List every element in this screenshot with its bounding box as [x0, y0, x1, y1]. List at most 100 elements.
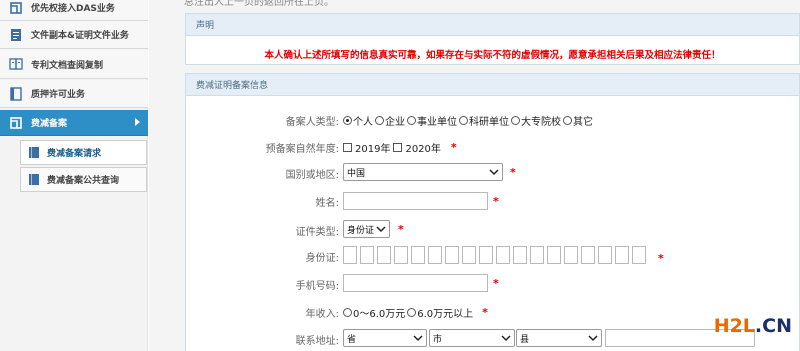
radio-button[interactable]: [375, 116, 384, 125]
id-type-label: 证件类型:: [295, 227, 339, 238]
checkbox-option-2020[interactable]: 2020年: [393, 140, 441, 155]
id-digit-box[interactable]: [411, 246, 425, 264]
top-truncated-text: 总注出人上一页的返回所在上页。: [184, 0, 334, 8]
id-digit-box[interactable]: [343, 246, 357, 264]
statement-panel-title: 声明: [186, 14, 799, 36]
site-watermark: H2L.CN: [713, 315, 792, 337]
sidebar-item-priority-das[interactable]: 优先权接入DAS业务: [0, 0, 148, 21]
id-digit-box[interactable]: [615, 246, 629, 264]
country-row: 国别或地区: 中国 *: [186, 163, 799, 183]
sidebar-subitem-label: 费减备案请求: [47, 149, 102, 159]
id-digit-box[interactable]: [428, 246, 442, 264]
filer-type-label: 备案人类型:: [285, 117, 339, 128]
id-digit-box[interactable]: [513, 246, 527, 264]
radio-option-research-unit[interactable]: 科研单位: [459, 113, 509, 128]
radio-option-income-low[interactable]: 0～6.0万元: [343, 305, 405, 320]
sidebar-subitem-label: 费减备案公共查询: [47, 176, 120, 186]
id-digit-box[interactable]: [547, 246, 561, 264]
book-icon: [29, 174, 39, 185]
radio-button[interactable]: [459, 116, 468, 125]
id-digit-box[interactable]: [632, 246, 646, 264]
phone-label: 手机号码:: [295, 281, 339, 292]
radio-option-individual[interactable]: 个人: [343, 113, 373, 128]
id-type-row: 证件类型: 身份证 *: [186, 220, 799, 240]
id-digit-box[interactable]: [598, 246, 612, 264]
statement-panel: 声明 本人确认上述所填写的信息真实可靠，如果存在与实际不符的虚假情况，愿意承担相…: [185, 13, 800, 65]
id-digit-box[interactable]: [530, 246, 544, 264]
year-row: 预备案自然年度: 2019年 2020年 *: [186, 137, 799, 157]
checkbox[interactable]: [393, 143, 403, 152]
id-number-row: 身份证: *: [186, 246, 799, 266]
id-digit-box[interactable]: [360, 246, 374, 264]
priority-icon: [10, 1, 22, 14]
patent-doc-icon: [9, 58, 23, 70]
page: { "sidebar": { "items": [ {"label": "优先权…: [0, 0, 800, 351]
country-select[interactable]: 中国: [343, 163, 503, 181]
chevron-down-icon: [489, 169, 499, 176]
document-copy-icon: [11, 28, 21, 41]
chevron-down-icon: [501, 335, 511, 342]
name-row: 姓名: *: [186, 191, 799, 211]
sidebar-subitem-fee-query[interactable]: 费减备案公共查询: [20, 167, 147, 192]
radio-button[interactable]: [563, 116, 572, 125]
required-mark: *: [398, 223, 404, 236]
radio-button[interactable]: [343, 308, 352, 317]
filer-type-radio-group: 个人 企业 事业单位 科研单位 大专院校 其它: [343, 113, 595, 128]
year-label: 预备案自然年度:: [265, 144, 339, 155]
fee-reduction-form-panel: 费减证明备案信息 备案人类型: 个人 企业 事业单位 科研单位 大专院校 其它 …: [185, 73, 800, 351]
id-digit-box[interactable]: [462, 246, 476, 264]
country-label: 国别或地区:: [285, 170, 339, 181]
radio-option-college[interactable]: 大专院校: [511, 113, 561, 128]
sidebar-item-label: 费减备案: [31, 119, 68, 129]
sidebar-item-document-copy[interactable]: 文件副本&证明文件业务: [0, 21, 148, 49]
city-select[interactable]: 市: [429, 329, 515, 347]
address-row: 联系地址: 省 市 县: [186, 329, 799, 349]
sidebar-item-fee-reduction[interactable]: 费减备案: [0, 110, 148, 136]
id-digit-box[interactable]: [564, 246, 578, 264]
statement-text: 本人确认上述所填写的信息真实可靠，如果存在与实际不符的虚假情况，愿意承担相关后果…: [264, 50, 721, 61]
radio-button[interactable]: [511, 116, 520, 125]
radio-option-income-high[interactable]: 6.0万元以上: [407, 305, 473, 320]
county-select[interactable]: 县: [516, 329, 602, 347]
required-mark: *: [658, 252, 664, 265]
chevron-down-icon: [413, 335, 423, 342]
radio-option-other[interactable]: 其它: [563, 113, 593, 128]
id-digit-box[interactable]: [581, 246, 595, 264]
required-mark: *: [510, 166, 516, 179]
radio-button[interactable]: [407, 308, 417, 317]
id-type-select[interactable]: 身份证: [343, 220, 390, 238]
pledge-icon: [10, 86, 22, 101]
sidebar-item-label: 质押许可业务: [31, 90, 86, 100]
sidebar-item-label: 专利文档查阅复制: [31, 60, 104, 71]
name-label: 姓名:: [315, 198, 339, 209]
form-panel-title: 费减证明备案信息: [186, 74, 799, 96]
phone-input[interactable]: [343, 274, 488, 292]
id-digit-box[interactable]: [394, 246, 408, 264]
province-select[interactable]: 省: [343, 329, 427, 347]
radio-option-public-institution[interactable]: 事业单位: [407, 113, 457, 128]
address-label: 联系地址:: [295, 336, 339, 347]
id-digit-box[interactable]: [496, 246, 510, 264]
year-checkbox-group: 2019年 2020年 *: [343, 140, 457, 155]
checkbox[interactable]: [343, 143, 352, 152]
id-digit-box[interactable]: [377, 246, 391, 264]
required-mark: *: [493, 195, 499, 208]
radio-button[interactable]: [407, 116, 416, 125]
chevron-down-icon: [376, 226, 386, 233]
income-label: 年收入:: [305, 309, 339, 320]
checkbox-option-2019[interactable]: 2019年: [343, 140, 390, 155]
phone-row: 手机号码: *: [186, 274, 799, 294]
sidebar-item-label: 优先权接入DAS业务: [31, 4, 115, 14]
radio-button[interactable]: [343, 116, 352, 125]
radio-option-enterprise[interactable]: 企业: [375, 113, 405, 128]
sidebar-item-label: 文件副本&证明文件业务: [31, 31, 129, 41]
id-digit-box[interactable]: [479, 246, 493, 264]
main-content: 总注出人上一页的返回所在上页。 声明 本人确认上述所填写的信息真实可靠，如果存在…: [149, 0, 800, 351]
id-digit-box[interactable]: [445, 246, 459, 264]
sidebar-item-pledge[interactable]: 质押许可业务: [0, 80, 148, 108]
required-mark: *: [482, 306, 488, 319]
sidebar-item-patent-doc[interactable]: 专利文档查阅复制: [0, 50, 148, 79]
sidebar-subitem-fee-request[interactable]: 费减备案请求: [20, 140, 147, 165]
name-input[interactable]: [343, 192, 488, 210]
id-number-label: 身份证:: [305, 253, 339, 264]
